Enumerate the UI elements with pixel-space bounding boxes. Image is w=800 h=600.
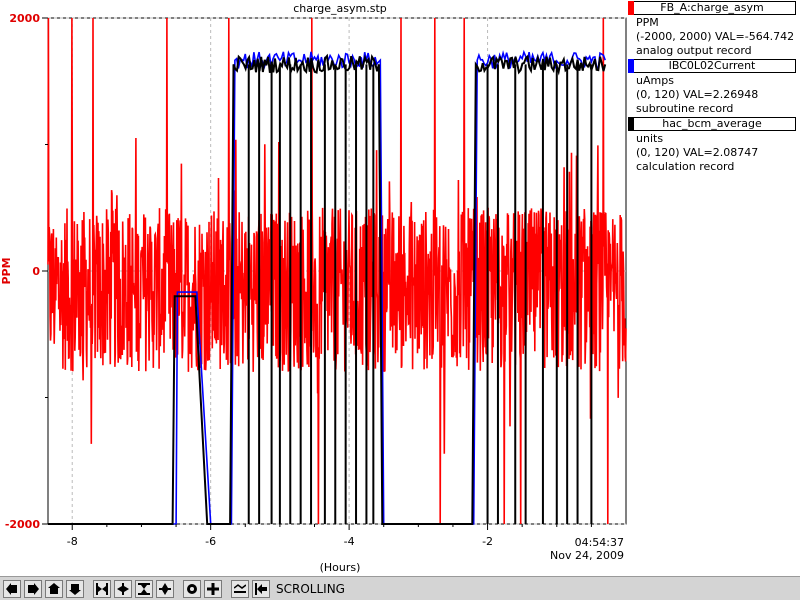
x-tick-label: -8 bbox=[67, 535, 78, 548]
autoscale-button[interactable] bbox=[183, 579, 201, 598]
autoscale-icon bbox=[187, 583, 197, 594]
x-tick-label: -4 bbox=[344, 535, 355, 548]
zoom-in-x-button[interactable] bbox=[93, 579, 111, 598]
pan-left-button[interactable] bbox=[3, 579, 21, 598]
zoom-out-y-button[interactable] bbox=[156, 579, 174, 598]
pan-down-button[interactable] bbox=[66, 579, 84, 598]
reset-button[interactable] bbox=[204, 579, 222, 598]
pan-up-button[interactable] bbox=[45, 579, 63, 598]
zoom-out-y-icon bbox=[159, 582, 171, 595]
end-date: Nov 24, 2009 bbox=[550, 549, 624, 562]
undo-icon bbox=[234, 583, 246, 593]
legend-entry[interactable]: hac_bcm_average units (0, 120) VAL=2.087… bbox=[628, 117, 800, 174]
y-tick-label: -2000 bbox=[5, 518, 41, 531]
x-tick-label: -2 bbox=[482, 535, 493, 548]
y-tick-label: 2000 bbox=[9, 12, 40, 25]
legend-series-name: hac_bcm_average bbox=[662, 117, 762, 130]
pan-left-icon bbox=[6, 582, 17, 595]
legend-series-name: IBC0L02Current bbox=[668, 59, 756, 72]
y-tick-label: 0 bbox=[32, 265, 40, 278]
legend-units: units bbox=[636, 132, 664, 145]
legend-record: subroutine record bbox=[636, 102, 734, 115]
legend-name-box[interactable]: FB_A:charge_asym bbox=[628, 1, 796, 15]
series-line-fb-a-charge-asym bbox=[47, 17, 627, 525]
legend-range-val: (0, 120) VAL=2.08747 bbox=[636, 146, 759, 159]
y-axis-label: PPM bbox=[0, 257, 13, 284]
legend-units: uAmps bbox=[636, 74, 674, 87]
legend: FB_A:charge_asym PPM (-2000, 2000) VAL=-… bbox=[628, 0, 800, 174]
legend-name-box[interactable]: IBC0L02Current bbox=[628, 59, 796, 73]
legend-swatch bbox=[628, 117, 634, 131]
legend-entry[interactable]: IBC0L02Current uAmps (0, 120) VAL=2.2694… bbox=[628, 59, 800, 116]
x-tick-label: -6 bbox=[205, 535, 216, 548]
pan-right-icon bbox=[28, 582, 39, 595]
scroll-status: SCROLLING bbox=[276, 581, 345, 596]
legend-entry[interactable]: FB_A:charge_asym PPM (-2000, 2000) VAL=-… bbox=[628, 1, 800, 58]
toolbar: SCROLLING bbox=[0, 576, 800, 600]
legend-swatch bbox=[628, 1, 634, 15]
zoom-in-x-icon bbox=[96, 582, 108, 595]
pan-up-icon bbox=[48, 582, 60, 594]
legend-record: calculation record bbox=[636, 160, 735, 173]
end-time: 04:54:37 bbox=[575, 536, 624, 549]
chart-title: charge_asym.stp bbox=[293, 2, 387, 15]
legend-record: analog output record bbox=[636, 44, 752, 57]
legend-range-val: (-2000, 2000) VAL=-564.742 bbox=[636, 30, 795, 43]
zoom-in-y-button[interactable] bbox=[135, 579, 153, 598]
pan-down-icon bbox=[69, 583, 81, 595]
zoom-out-x-button[interactable] bbox=[114, 579, 132, 598]
legend-name-box[interactable]: hac_bcm_average bbox=[628, 117, 796, 131]
scroll-icon bbox=[255, 582, 267, 595]
legend-series-name: FB_A:charge_asym bbox=[660, 1, 764, 14]
undo-button[interactable] bbox=[231, 579, 249, 598]
reset-icon bbox=[207, 582, 219, 595]
legend-range-val: (0, 120) VAL=2.26948 bbox=[636, 88, 759, 101]
legend-units: PPM bbox=[636, 16, 659, 29]
legend-swatch bbox=[628, 59, 634, 73]
pan-right-button[interactable] bbox=[24, 579, 42, 598]
zoom-out-x-icon bbox=[117, 582, 129, 595]
scroll-button[interactable] bbox=[252, 579, 270, 598]
plot-series bbox=[47, 17, 627, 525]
x-axis-label: (Hours) bbox=[320, 561, 361, 574]
zoom-in-y-icon bbox=[138, 582, 150, 595]
